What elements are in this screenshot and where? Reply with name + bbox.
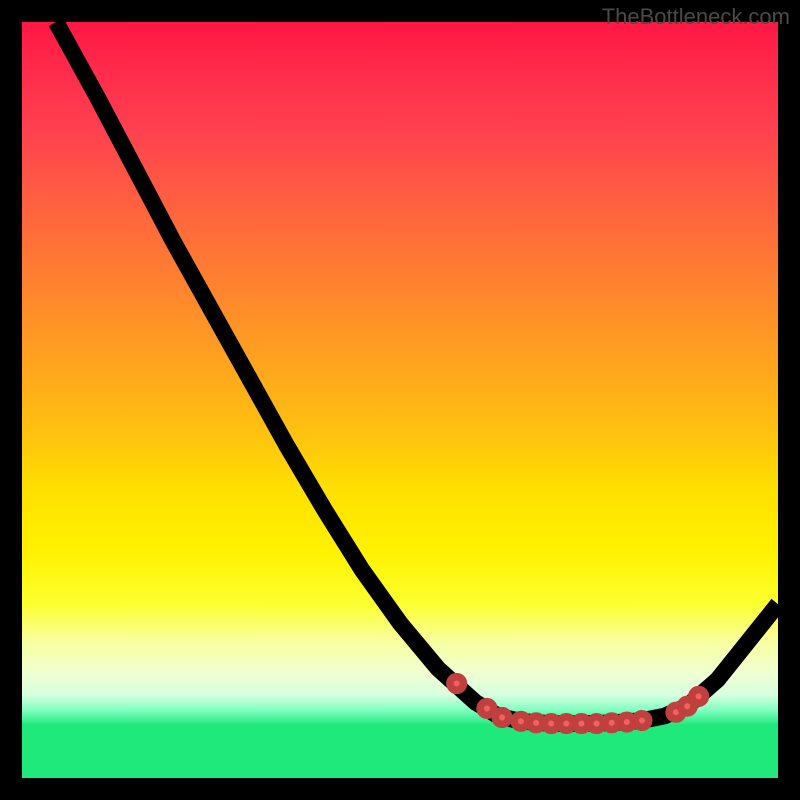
chart-plot-area: [22, 22, 778, 778]
watermark-text: TheBottleneck.com: [602, 4, 790, 30]
data-marker: [480, 702, 494, 716]
data-marker: [635, 714, 649, 728]
data-marker: [692, 690, 706, 704]
data-markers: [450, 677, 706, 731]
data-marker: [495, 711, 509, 725]
markers-svg: [22, 22, 778, 778]
data-marker: [450, 677, 464, 691]
